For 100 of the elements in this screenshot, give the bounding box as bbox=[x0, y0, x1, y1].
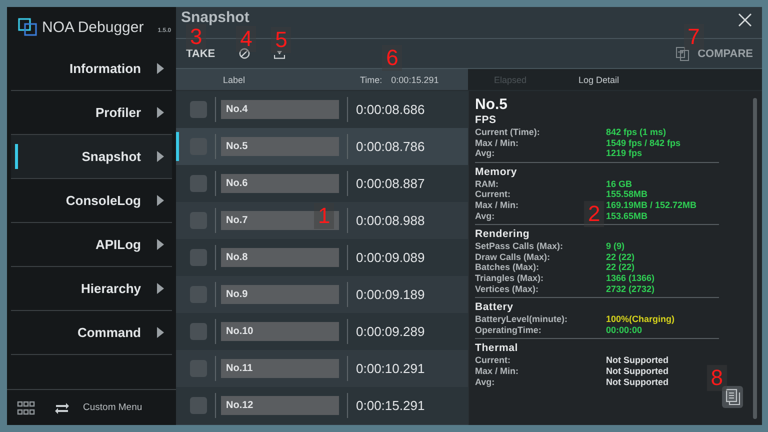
label-field[interactable]: No.10 bbox=[221, 322, 339, 341]
metric-label: Avg: bbox=[475, 210, 495, 221]
label-field[interactable]: No.5 bbox=[221, 137, 339, 156]
time-cell: 0:00:08.887 bbox=[356, 176, 425, 191]
snapshot-row[interactable]: No.10 0:00:09.289 bbox=[176, 313, 468, 350]
total-time: 0:00:15.291 bbox=[391, 74, 439, 84]
checkbox[interactable] bbox=[190, 360, 207, 377]
metric-label: Avg: bbox=[475, 148, 495, 158]
metric-value: 1549 fps / 842 fps bbox=[606, 138, 681, 148]
snapshot-row[interactable]: No.9 0:00:09.189 bbox=[176, 276, 468, 313]
sidebar-item[interactable]: ConsoleLog bbox=[11, 179, 172, 223]
copy-button[interactable] bbox=[722, 386, 743, 408]
callout-number: 6 bbox=[382, 44, 402, 70]
metric-label: Draw Calls (Max): bbox=[475, 252, 550, 262]
callout-number: 8 bbox=[706, 365, 727, 391]
time-cell: 0:00:09.289 bbox=[356, 324, 425, 339]
arrow-icon bbox=[157, 107, 164, 118]
metric-value: 16 GB bbox=[606, 178, 632, 190]
metric-value: 1366 (1366) bbox=[606, 272, 655, 284]
window-title: Snapshot bbox=[181, 9, 250, 26]
close-icon[interactable] bbox=[738, 12, 752, 26]
compare-icon[interactable] bbox=[676, 46, 689, 60]
column-header: Time: bbox=[360, 74, 382, 84]
callout-number: 1 bbox=[314, 203, 334, 229]
callout-number: 5 bbox=[271, 26, 292, 52]
metric-value: Not Supported bbox=[606, 366, 668, 376]
snapshot-row[interactable]: No.6 0:00:08.887 bbox=[176, 165, 468, 202]
checkbox[interactable] bbox=[190, 212, 207, 229]
time-cell: 0:00:09.089 bbox=[356, 250, 425, 265]
metric-value: 169.19MB / 152.72MB bbox=[606, 200, 697, 211]
metric-label: Current: bbox=[475, 189, 510, 200]
sidebar-item[interactable]: Snapshot bbox=[11, 135, 172, 179]
app-title: NOA Debugger bbox=[42, 18, 144, 36]
snapshot-row[interactable]: No.5 0:00:08.786 bbox=[176, 128, 468, 165]
section-title: FPS bbox=[475, 114, 498, 127]
checkbox[interactable] bbox=[190, 175, 207, 192]
callout-number: 2 bbox=[584, 201, 604, 227]
download-icon[interactable] bbox=[274, 48, 286, 58]
arrow-icon bbox=[157, 151, 164, 162]
checkbox[interactable] bbox=[190, 249, 207, 266]
label-field[interactable]: No.11 bbox=[221, 359, 339, 378]
metric-label: Max / Min: bbox=[475, 200, 519, 210]
metric-label: Max / Min: bbox=[475, 366, 519, 376]
clear-icon[interactable] bbox=[239, 48, 250, 59]
label-field[interactable]: No.12 bbox=[221, 396, 339, 415]
arrow-icon bbox=[157, 195, 164, 206]
metric-value: 153.65MB bbox=[606, 210, 648, 222]
custom-menu-label[interactable]: Custom Menu bbox=[83, 402, 142, 413]
logo-icon bbox=[18, 18, 38, 36]
metric-label: OperatingTime: bbox=[475, 324, 542, 335]
checkbox[interactable] bbox=[190, 397, 207, 414]
snapshot-row[interactable]: No.11 0:00:10.291 bbox=[176, 350, 468, 387]
sidebar-item[interactable]: Information bbox=[11, 47, 172, 91]
arrow-icon bbox=[157, 283, 164, 294]
metric-value: 100%(Charging) bbox=[606, 314, 675, 325]
metric-value: 00:00:00 bbox=[606, 324, 642, 336]
callout-number: 3 bbox=[186, 24, 206, 50]
metric-value: 155.58MB bbox=[606, 189, 648, 200]
label-field[interactable]: No.9 bbox=[221, 285, 339, 304]
label-field[interactable]: No.4 bbox=[221, 100, 339, 119]
time-cell: 0:00:08.988 bbox=[356, 213, 425, 228]
time-cell: 0:00:10.291 bbox=[356, 361, 425, 376]
metric-value: 22 (22) bbox=[606, 252, 635, 262]
snapshot-row[interactable]: No.12 0:00:15.291 bbox=[176, 387, 468, 424]
time-cell: 0:00:08.686 bbox=[356, 102, 425, 117]
metric-label: Vertices (Max): bbox=[475, 284, 539, 294]
sidebar-item[interactable]: Hierarchy bbox=[11, 267, 172, 311]
metric-label: Current (Time): bbox=[475, 127, 540, 137]
snapshot-row[interactable]: No.4 0:00:08.686 bbox=[176, 91, 468, 128]
sidebar-item[interactable]: Command bbox=[11, 311, 172, 355]
checkbox[interactable] bbox=[190, 101, 207, 118]
metric-value: 842 fps (1 ms) bbox=[606, 127, 666, 138]
metric-label: SetPass Calls (Max): bbox=[475, 241, 564, 252]
label-field[interactable]: No.6 bbox=[221, 174, 339, 193]
arrow-icon bbox=[157, 239, 164, 250]
metric-value: Not Supported bbox=[606, 376, 668, 388]
arrow-icon bbox=[157, 63, 164, 74]
metric-label: RAM: bbox=[475, 178, 498, 189]
metric-label: Current: bbox=[475, 355, 510, 366]
detail-title: No.5 bbox=[475, 96, 509, 114]
metric-label: BatteryLevel(minute): bbox=[475, 314, 568, 324]
checkbox[interactable] bbox=[190, 286, 207, 303]
scrollbar[interactable] bbox=[753, 98, 757, 419]
metric-value: 1219 fps bbox=[606, 148, 642, 159]
label-field[interactable]: No.8 bbox=[221, 248, 339, 267]
time-cell: 0:00:15.291 bbox=[356, 398, 425, 413]
column-header: Label bbox=[223, 74, 246, 84]
metric-label: Triangles (Max): bbox=[475, 272, 544, 283]
section-title: Memory bbox=[475, 166, 518, 179]
arrow-icon bbox=[157, 327, 164, 338]
checkbox[interactable] bbox=[190, 323, 207, 340]
metric-label: Max / Min: bbox=[475, 138, 519, 148]
snapshot-row[interactable]: No.8 0:00:09.089 bbox=[176, 239, 468, 276]
section-title: Rendering bbox=[475, 228, 531, 242]
metric-label: Avg: bbox=[475, 376, 495, 386]
swap-icon[interactable] bbox=[55, 402, 69, 414]
metric-value: 9 (9) bbox=[606, 241, 625, 252]
callout-number: 4 bbox=[236, 26, 256, 52]
grid-icon[interactable] bbox=[17, 400, 35, 414]
sidebar-item[interactable]: APILog bbox=[11, 223, 172, 267]
